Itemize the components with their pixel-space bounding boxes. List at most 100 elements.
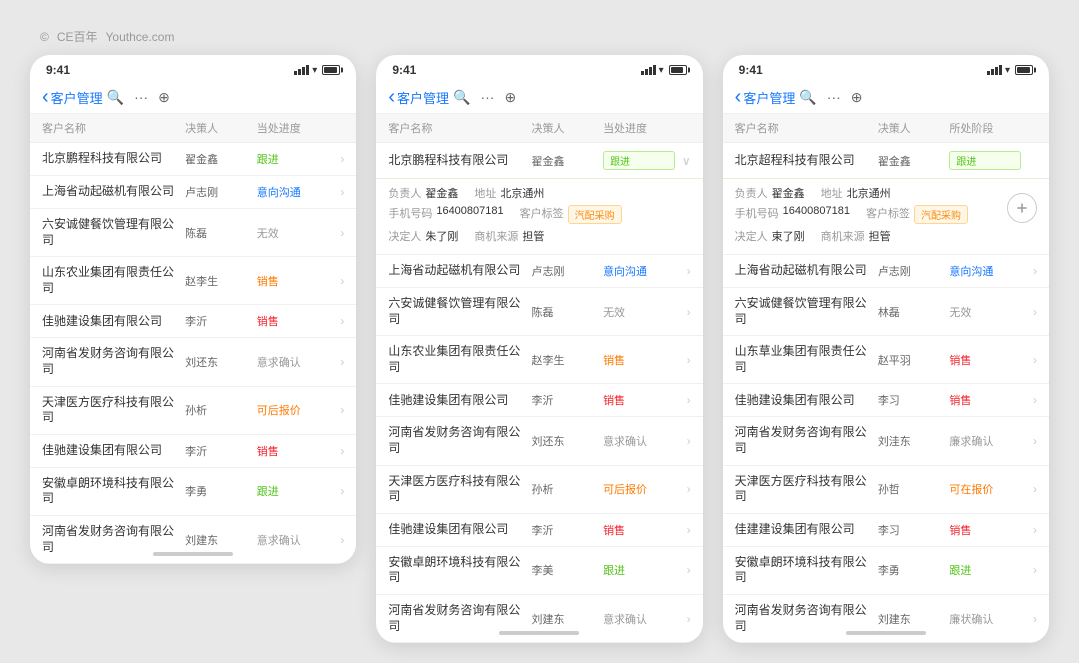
cell-person: 赵平羽 <box>878 352 950 368</box>
cell-arrow: › <box>675 523 691 537</box>
detail-contact: 商机来源 担管 <box>474 228 544 244</box>
p3-detail-badge-value: 汽配采购 <box>914 205 968 224</box>
expanded-status-3: 跟进 <box>949 151 1021 170</box>
table-row[interactable]: 安徽卓朗环境科技有限公司 李美 跟进 › <box>376 547 702 595</box>
table-row[interactable]: 安徽卓朗环境科技有限公司 李勇 跟进 › <box>723 547 1049 595</box>
add-icon-2[interactable]: ⊕ <box>504 89 516 106</box>
detail-row-2: 手机号码 16400807181 客户标签 汽配采购 <box>388 205 690 224</box>
cell-company: 河南省发财务咨询有限公司 <box>388 425 531 456</box>
wifi-icon-2: ▾ <box>659 65 664 76</box>
table-row[interactable]: 佳驰建设集团有限公司 李沂 销售 › <box>30 305 356 338</box>
table-row[interactable]: 佳驰建设集团有限公司 李沂 销售 › <box>376 384 702 417</box>
status-bar-3: 9:41 ▾ <box>723 55 1049 81</box>
time-2: 9:41 <box>392 63 416 77</box>
detail-person: 负责人 翟金鑫 <box>388 185 458 201</box>
col-person-2: 决策人 <box>531 120 603 136</box>
cell-arrow: › <box>328 444 344 458</box>
cell-person: 李美 <box>531 562 603 578</box>
table-row[interactable]: 六安诚健餐饮管理有限公司 陈磊 无效 › <box>30 209 356 257</box>
phone-1: 9:41 ▾ 客户管理 🔍 ··· ⊕ 客户名称 决策人 当处进度 <box>30 55 356 564</box>
detail-contact-label: 商机来源 <box>474 228 518 244</box>
p3-detail-person-value: 翟金鑫 <box>772 185 805 201</box>
cell-person: 李沂 <box>185 313 257 329</box>
table-row[interactable]: 河南省发财务咨询有限公司 刘洼东 廉求确认 › <box>723 417 1049 465</box>
table-row[interactable]: 山东农业集团有限责任公司 赵李生 销售 › <box>30 257 356 305</box>
table-header-1: 客户名称 决策人 当处进度 <box>30 114 356 143</box>
more-icon-1[interactable]: ··· <box>134 89 148 105</box>
table-row[interactable]: 上海省动起磁机有限公司 卢志刚 意向沟通 › <box>30 176 356 209</box>
col-arrow-2 <box>675 120 691 136</box>
search-icon-1[interactable]: 🔍 <box>107 89 124 106</box>
detail-person-value: 翟金鑫 <box>425 185 458 201</box>
cell-company: 河南省发财务咨询有限公司 <box>735 425 878 456</box>
nav-back-2[interactable]: 客户管理 <box>388 87 449 107</box>
detail-badge-label: 客户标签 <box>520 205 564 224</box>
table-row[interactable]: 佳驰建设集团有限公司 李沂 销售 › <box>30 435 356 468</box>
nav-actions-2: 🔍 ··· ⊕ <box>453 89 516 106</box>
expanded-card-header-3[interactable]: 北京超程科技有限公司 翟金鑫 跟进 <box>723 143 1049 179</box>
p3-detail-contact: 商机来源 担管 <box>821 228 891 244</box>
cell-company: 河南省发财务咨询有限公司 <box>388 603 531 634</box>
add-icon-1[interactable]: ⊕ <box>158 89 170 106</box>
p3-detail-person-label: 负责人 <box>735 185 768 201</box>
col-status-3: 所处阶段 <box>949 120 1021 136</box>
cell-status: 可后报价 <box>257 402 329 418</box>
table-row[interactable]: 天津医方医疗科技有限公司 孙析 可后报价 › <box>30 387 356 435</box>
table-row[interactable]: 河南省发财务咨询有限公司 刘建东 廉状确认 › <box>723 595 1049 643</box>
nav-bar-2: 客户管理 🔍 ··· ⊕ <box>376 81 702 114</box>
table-row[interactable]: 河南省发财务咨询有限公司 刘还东 意求确认 › <box>376 417 702 465</box>
table-row[interactable]: 佳驰建设集团有限公司 李习 销售 › <box>723 384 1049 417</box>
p3-detail-location: 地址 北京通州 <box>821 185 891 201</box>
table-row[interactable]: 河南省发财务咨询有限公司 刘还东 意求确认 › <box>30 338 356 386</box>
more-icon-2[interactable]: ··· <box>480 89 494 105</box>
cell-company: 河南省发财务咨询有限公司 <box>42 524 185 555</box>
cell-arrow: › <box>675 612 691 626</box>
table-body-1: 北京鹏程科技有限公司 翟金鑫 跟进 › 上海省动起磁机有限公司 卢志刚 意向沟通… <box>30 143 356 564</box>
cell-arrow: › <box>1021 482 1037 496</box>
table-row[interactable]: 山东农业集团有限责任公司 赵李生 销售 › <box>376 336 702 384</box>
expanded-company: 北京鹏程科技有限公司 <box>388 153 531 169</box>
table-row[interactable]: 天津医方医疗科技有限公司 孙析 可后报价 › <box>376 466 702 514</box>
search-icon-2[interactable]: 🔍 <box>453 89 470 106</box>
nav-actions-3: 🔍 ··· ⊕ <box>799 89 862 106</box>
table-row[interactable]: 上海省动起磁机有限公司 卢志刚 意向沟通 › <box>376 255 702 288</box>
table-row[interactable]: 山东草业集团有限责任公司 赵平羽 销售 › <box>723 336 1049 384</box>
nav-back-3[interactable]: 客户管理 <box>735 87 796 107</box>
p3-detail-contact-label: 商机来源 <box>821 228 865 244</box>
cell-person: 刘洼东 <box>878 433 950 449</box>
table-row[interactable]: 佳建建设集团有限公司 李习 销售 › <box>723 514 1049 547</box>
cell-status: 销售 <box>949 392 1021 408</box>
table-row[interactable]: 六安诚健餐饮管理有限公司 陈磊 无效 › <box>376 288 702 336</box>
more-icon-3[interactable]: ··· <box>827 89 841 105</box>
cell-person: 刘建东 <box>531 611 603 627</box>
table-row[interactable]: 安徽卓朗环境科技有限公司 李勇 跟进 › <box>30 468 356 516</box>
cell-person: 刘建东 <box>185 532 257 548</box>
cell-company: 佳驰建设集团有限公司 <box>388 393 531 409</box>
cell-company: 六安诚健餐饮管理有限公司 <box>388 296 531 327</box>
search-icon-3[interactable]: 🔍 <box>799 89 816 106</box>
cell-person: 李沂 <box>185 443 257 459</box>
nav-back-1[interactable]: 客户管理 <box>42 87 103 107</box>
table-row[interactable]: 六安诚健餐饮管理有限公司 林磊 无效 › <box>723 288 1049 336</box>
cell-arrow: › <box>328 185 344 199</box>
expanded-card-header[interactable]: 北京鹏程科技有限公司 翟金鑫 跟进 ∨ <box>376 143 702 179</box>
p3-detail-row-3: 决定人 束了刚 商机来源 担管 <box>735 228 1037 244</box>
table-row[interactable]: 佳驰建设集团有限公司 李沂 销售 › <box>376 514 702 547</box>
add-icon-3[interactable]: ⊕ <box>851 89 863 106</box>
table-header-3: 客户名称 决策人 所处阶段 <box>723 114 1049 143</box>
cell-company: 佳驰建设集团有限公司 <box>42 314 185 330</box>
cell-person: 卢志刚 <box>185 184 257 200</box>
expanded-person: 翟金鑫 <box>531 153 603 169</box>
table-row[interactable]: 北京鹏程科技有限公司 翟金鑫 跟进 › <box>30 143 356 176</box>
circle-expand-btn[interactable] <box>1007 193 1037 223</box>
cell-arrow: › <box>1021 612 1037 626</box>
cell-status: 销售 <box>257 313 329 329</box>
time-1: 9:41 <box>46 63 70 77</box>
expanded-card-body: 负责人 翟金鑫 地址 北京通州 手机号码 16400807181 客户标签 <box>376 179 702 255</box>
table-row[interactable]: 河南省发财务咨询有限公司 刘建东 意求确认 › <box>30 516 356 564</box>
table-row[interactable]: 河南省发财务咨询有限公司 刘建东 意求确认 › <box>376 595 702 643</box>
col-arrow-3 <box>1021 120 1037 136</box>
table-row[interactable]: 天津医方医疗科技有限公司 孙哲 可在报价 › <box>723 466 1049 514</box>
table-row[interactable]: 上海省动起磁机有限公司 卢志刚 意向沟通 › <box>723 255 1049 288</box>
cell-company: 安徽卓朗环境科技有限公司 <box>735 555 878 586</box>
